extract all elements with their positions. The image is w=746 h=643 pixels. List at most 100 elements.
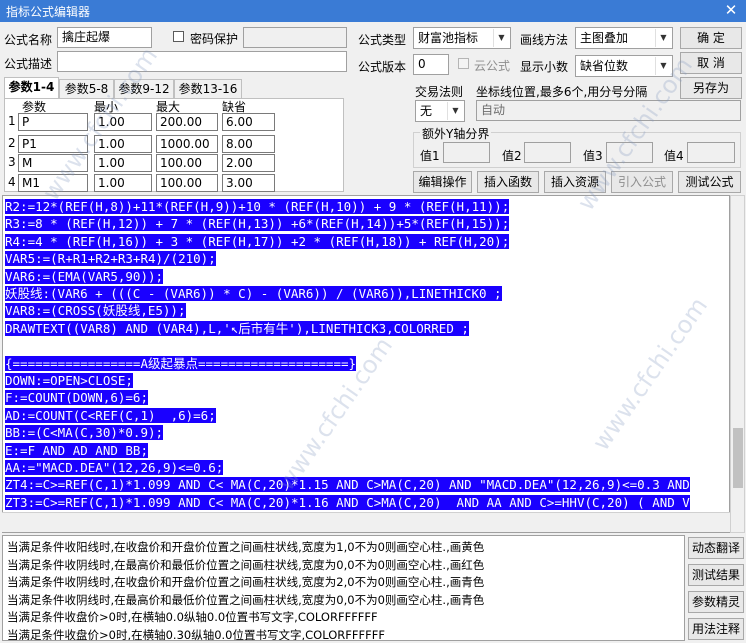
- import-formula-button: 引入公式: [611, 171, 673, 193]
- code-line: {=================A级起暴点=================…: [5, 355, 357, 372]
- param-max-field[interactable]: 100.00: [156, 154, 218, 172]
- help-text-panel: 当满足条件收阳线时,在收盘价和开盘价位置之间画柱状线,宽度为1,0不为0则画空心…: [2, 535, 685, 641]
- y-value-2-input[interactable]: [524, 142, 571, 163]
- formula-type-value: 财富池指标: [418, 31, 479, 45]
- usage-notes-button[interactable]: 用法注释: [688, 618, 744, 640]
- password-checkbox[interactable]: [173, 31, 184, 42]
- code-line: VAR6:=(EMA(VAR5,90));: [5, 268, 164, 285]
- param-min-field[interactable]: 1.00: [94, 154, 152, 172]
- chevron-down-icon: ▼: [655, 57, 671, 75]
- code-line-text: R4:=4 * (REF(H,16)) + 3 * (REF(H,17)) +2…: [5, 233, 510, 249]
- chevron-down-icon: ▼: [447, 102, 463, 120]
- param-max-field[interactable]: 100.00: [156, 174, 218, 192]
- cancel-button[interactable]: 取 消: [680, 52, 742, 74]
- param-name-field[interactable]: M: [18, 154, 88, 172]
- y-value-1-input[interactable]: [443, 142, 490, 163]
- window-title: 指标公式编辑器: [6, 5, 91, 19]
- code-line-text: 妖股线:(VAR6 + (((C - (VAR6)) * C) - (VAR6)…: [5, 286, 502, 301]
- dynamic-translate-button[interactable]: 动态翻译: [688, 537, 744, 559]
- formula-version-input[interactable]: 0: [413, 54, 449, 75]
- code-line: BB:=(C<MA(C,30)*0.9);: [5, 424, 164, 441]
- code-line-text: R3:=8 * (REF(H,12)) + 7 * (REF(H,13)) +6…: [5, 216, 510, 232]
- code-line-text: VAR6:=(EMA(VAR5,90));: [5, 268, 164, 284]
- param-min-field[interactable]: 1.00: [94, 113, 152, 131]
- code-editor[interactable]: R2:=12*(REF(H,8))+11*(REF(H,9))+10 * (RE…: [2, 195, 730, 533]
- code-line-text: DOWN:=OPEN>CLOSE;: [5, 373, 133, 388]
- tab-params-5-8[interactable]: 参数5-8: [59, 79, 114, 99]
- param-min-field[interactable]: 1.00: [94, 135, 152, 153]
- ok-button[interactable]: 确 定: [680, 27, 742, 49]
- chevron-down-icon: ▼: [493, 29, 509, 47]
- formula-desc-input[interactable]: [57, 51, 347, 72]
- code-line: R3:=8 * (REF(H,12)) + 7 * (REF(H,13)) +6…: [5, 215, 510, 232]
- code-line: R4:=4 * (REF(H,16)) + 3 * (REF(H,17)) +2…: [5, 233, 510, 250]
- y-value-1-label: 值1: [420, 149, 440, 163]
- param-default-field[interactable]: 2.00: [222, 154, 275, 172]
- code-line-text: VAR8:=(CROSS(妖股线,E5));: [5, 303, 186, 319]
- formula-name-input[interactable]: 擒庄起爆: [57, 27, 152, 48]
- scrollbar-thumb[interactable]: [733, 428, 743, 488]
- param-name-field[interactable]: P: [18, 113, 88, 131]
- password-input: [243, 27, 347, 48]
- insert-function-button[interactable]: 插入函数: [477, 171, 539, 193]
- help-line: 当满足条件收阴线时,在最高价和最低价位置之间画柱状线,宽度为0,0不为0则画空心…: [7, 592, 485, 607]
- code-line: R2:=12*(REF(H,8))+11*(REF(H,9))+10 * (RE…: [5, 198, 510, 215]
- param-max-field[interactable]: 200.00: [156, 113, 218, 131]
- code-line-text: E:=F AND AD AND BB;: [5, 442, 148, 458]
- param-index: 1: [8, 114, 16, 128]
- coord-lines-input[interactable]: 自动: [476, 100, 741, 121]
- trade-rule-select[interactable]: 无 ▼: [415, 100, 465, 122]
- param-name-field[interactable]: M1: [18, 174, 88, 192]
- code-vertical-scrollbar[interactable]: [730, 195, 745, 533]
- param-max-field[interactable]: 1000.00: [156, 135, 218, 153]
- draw-method-select[interactable]: 主图叠加 ▼: [575, 27, 673, 49]
- code-line-text: {=================A级起暴点=================…: [5, 355, 357, 371]
- draw-method-value: 主图叠加: [580, 31, 629, 45]
- param-default-field[interactable]: 3.00: [222, 174, 275, 192]
- code-line: 妖股线:(VAR6 + (((C - (VAR6)) * C) - (VAR6)…: [5, 285, 502, 302]
- formula-name-label: 公式名称: [4, 33, 53, 47]
- param-default-field[interactable]: 8.00: [222, 135, 275, 153]
- insert-resource-button[interactable]: 插入资源: [544, 171, 606, 193]
- code-line-text: VAR5:=(R+R1+R2+R3+R4)/(210);: [5, 251, 216, 267]
- test-formula-button[interactable]: 测试公式: [678, 171, 741, 193]
- coord-lines-label: 坐标线位置,最多6个,用分号分隔: [476, 85, 648, 99]
- decimals-select[interactable]: 缺省位数 ▼: [575, 55, 673, 77]
- draw-method-label: 画线方法: [520, 33, 569, 47]
- edit-operation-button[interactable]: 编辑操作: [413, 171, 472, 193]
- cloud-formula-label: 云公式: [474, 59, 511, 73]
- code-line: ZT3:=C>=REF(C,1)*1.099 AND C< MA(C,20)*1…: [5, 494, 690, 511]
- y-value-3-label: 值3: [583, 149, 603, 163]
- help-line: 当满足条件收阴线时,在收盘价和开盘价位置之间画柱状线,宽度为2,0不为0则画空心…: [7, 575, 485, 589]
- param-index: 3: [8, 155, 16, 169]
- formula-type-select[interactable]: 财富池指标 ▼: [413, 27, 511, 49]
- chevron-down-icon: ▼: [655, 29, 671, 47]
- code-line: AA:="MACD.DEA"(12,26,9)<=0.6;: [5, 459, 224, 476]
- code-line: VAR5:=(R+R1+R2+R3+R4)/(210);: [5, 250, 216, 267]
- tab-params-9-12[interactable]: 参数9-12: [114, 79, 174, 99]
- test-result-button[interactable]: 测试结果: [688, 564, 744, 586]
- formula-desc-label: 公式描述: [4, 57, 53, 71]
- y-value-4-input[interactable]: [687, 142, 735, 163]
- code-line: E:=F AND AD AND BB;: [5, 442, 148, 459]
- help-line: 当满足条件收阳线时,在收盘价和开盘价位置之间画柱状线,宽度为1,0不为0则画空心…: [7, 540, 485, 554]
- code-line-text: R2:=12*(REF(H,8))+11*(REF(H,9))+10 * (RE…: [5, 199, 510, 214]
- param-index: 2: [8, 136, 16, 150]
- param-wizard-button[interactable]: 参数精灵: [688, 591, 744, 613]
- y-value-3-input[interactable]: [606, 142, 653, 163]
- code-horizontal-scrollbar[interactable]: [2, 512, 730, 532]
- code-line-text: AA:="MACD.DEA"(12,26,9)<=0.6;: [5, 460, 224, 475]
- y-value-4-label: 值4: [664, 149, 684, 163]
- title-bar: 指标公式编辑器 ✕: [0, 0, 746, 22]
- save-as-button[interactable]: 另存为: [680, 77, 742, 99]
- tab-params-13-16[interactable]: 参数13-16: [174, 79, 242, 99]
- close-icon[interactable]: ✕: [716, 0, 746, 22]
- extra-y-axis-title: 额外Y轴分界: [420, 125, 492, 142]
- param-name-field[interactable]: P1: [18, 135, 88, 153]
- trade-rule-label: 交易法则: [415, 85, 464, 99]
- param-min-field[interactable]: 1.00: [94, 174, 152, 192]
- cloud-formula-checkbox: [458, 58, 469, 69]
- tab-params-1-4[interactable]: 参数1-4: [4, 77, 59, 99]
- code-line-text: AD:=COUNT(C<REF(C,1) ,6)=6;: [5, 407, 216, 423]
- param-default-field[interactable]: 6.00: [222, 113, 275, 131]
